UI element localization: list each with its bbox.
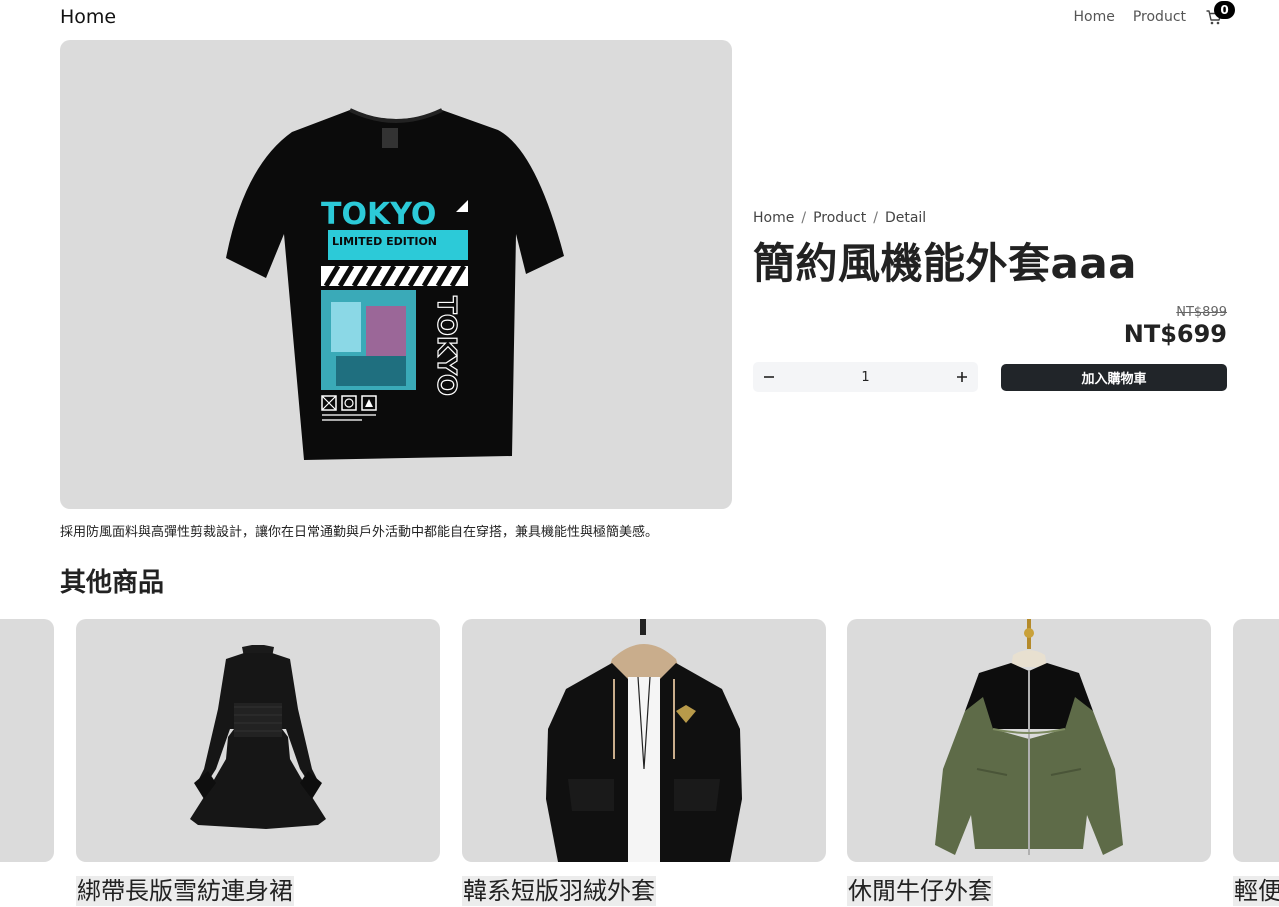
breadcrumb-separator: / — [873, 210, 878, 226]
plus-icon — [957, 372, 967, 382]
product-card-image — [76, 619, 440, 862]
product-title: 簡約風機能外套aaa — [753, 239, 1138, 288]
breadcrumb: Home / Product / Detail — [753, 210, 1227, 226]
print-vertical: TOKYO — [431, 296, 461, 396]
other-products-title: 其他商品 — [60, 568, 165, 598]
quantity-value[interactable]: 1 — [836, 370, 896, 385]
product-description: 採用防風面料與高彈性剪裁設計，讓你在日常通勤與戶外活動中都能自在穿搭，兼具機能性… — [60, 525, 659, 540]
other-products-carousel[interactable]: 綁帶長版雪紡連身裙 韓系短版羽絨外套 休閒牛仔外套 輕便 — [0, 619, 1279, 907]
breadcrumb-home[interactable]: Home — [753, 210, 794, 226]
decrease-quantity-button[interactable] — [759, 367, 779, 387]
tshirt-image: TOKYO LIMITED EDITION TOKYO — [226, 108, 564, 460]
breadcrumb-product[interactable]: Product — [813, 210, 866, 226]
product-main-image: TOKYO LIMITED EDITION TOKYO — [60, 40, 732, 509]
product-card-image — [0, 619, 54, 862]
breadcrumb-current: Detail — [884, 210, 927, 226]
print-edition: LIMITED EDITION — [332, 235, 437, 248]
print-headline: TOKYO — [321, 197, 436, 232]
minus-icon — [764, 376, 774, 378]
product-card-name[interactable]: 休閒牛仔外套 — [847, 876, 993, 906]
product-card-image — [462, 619, 826, 862]
price-block: NT$899 NT$699 — [753, 305, 1227, 348]
purchase-actions: 1 加入購物車 — [753, 362, 1227, 392]
sale-price: NT$699 — [1123, 320, 1227, 348]
product-card[interactable]: 韓系短版羽絨外套 — [462, 619, 826, 906]
product-card[interactable]: 綁帶長版雪紡連身裙 — [76, 619, 440, 906]
quantity-stepper: 1 — [753, 362, 978, 392]
product-card-partial-left[interactable] — [0, 619, 54, 862]
product-card-name[interactable]: 韓系短版羽絨外套 — [462, 876, 656, 906]
product-card-name[interactable]: 輕便 — [1233, 876, 1279, 906]
product-card[interactable]: 休閒牛仔外套 — [847, 619, 1211, 906]
cart-button[interactable]: 0 — [1206, 1, 1235, 27]
breadcrumb-separator: / — [801, 210, 807, 226]
product-info: Home / Product / Detail 簡約風機能外套aaa NT$89… — [753, 210, 1227, 392]
nav-links: Home Product 0 — [1074, 1, 1235, 27]
product-card-name[interactable]: 綁帶長版雪紡連身裙 — [76, 876, 294, 906]
product-card-image — [1233, 619, 1279, 862]
nav-link-home[interactable]: Home — [1074, 9, 1115, 25]
cart-count-badge: 0 — [1214, 1, 1235, 19]
increase-quantity-button[interactable] — [952, 367, 972, 387]
nav-link-product[interactable]: Product — [1133, 9, 1186, 25]
dress-image — [190, 645, 326, 829]
product-card-image — [847, 619, 1211, 862]
navbar: Home Home Product 0 — [60, 0, 1235, 34]
brand-link[interactable]: Home — [60, 6, 116, 28]
product-card-partial-right[interactable]: 輕便 — [1233, 619, 1279, 906]
add-to-cart-button[interactable]: 加入購物車 — [1001, 363, 1227, 391]
original-price: NT$899 — [1176, 305, 1227, 320]
hooded-jacket-image — [546, 619, 742, 862]
denim-jacket-image — [935, 619, 1123, 855]
